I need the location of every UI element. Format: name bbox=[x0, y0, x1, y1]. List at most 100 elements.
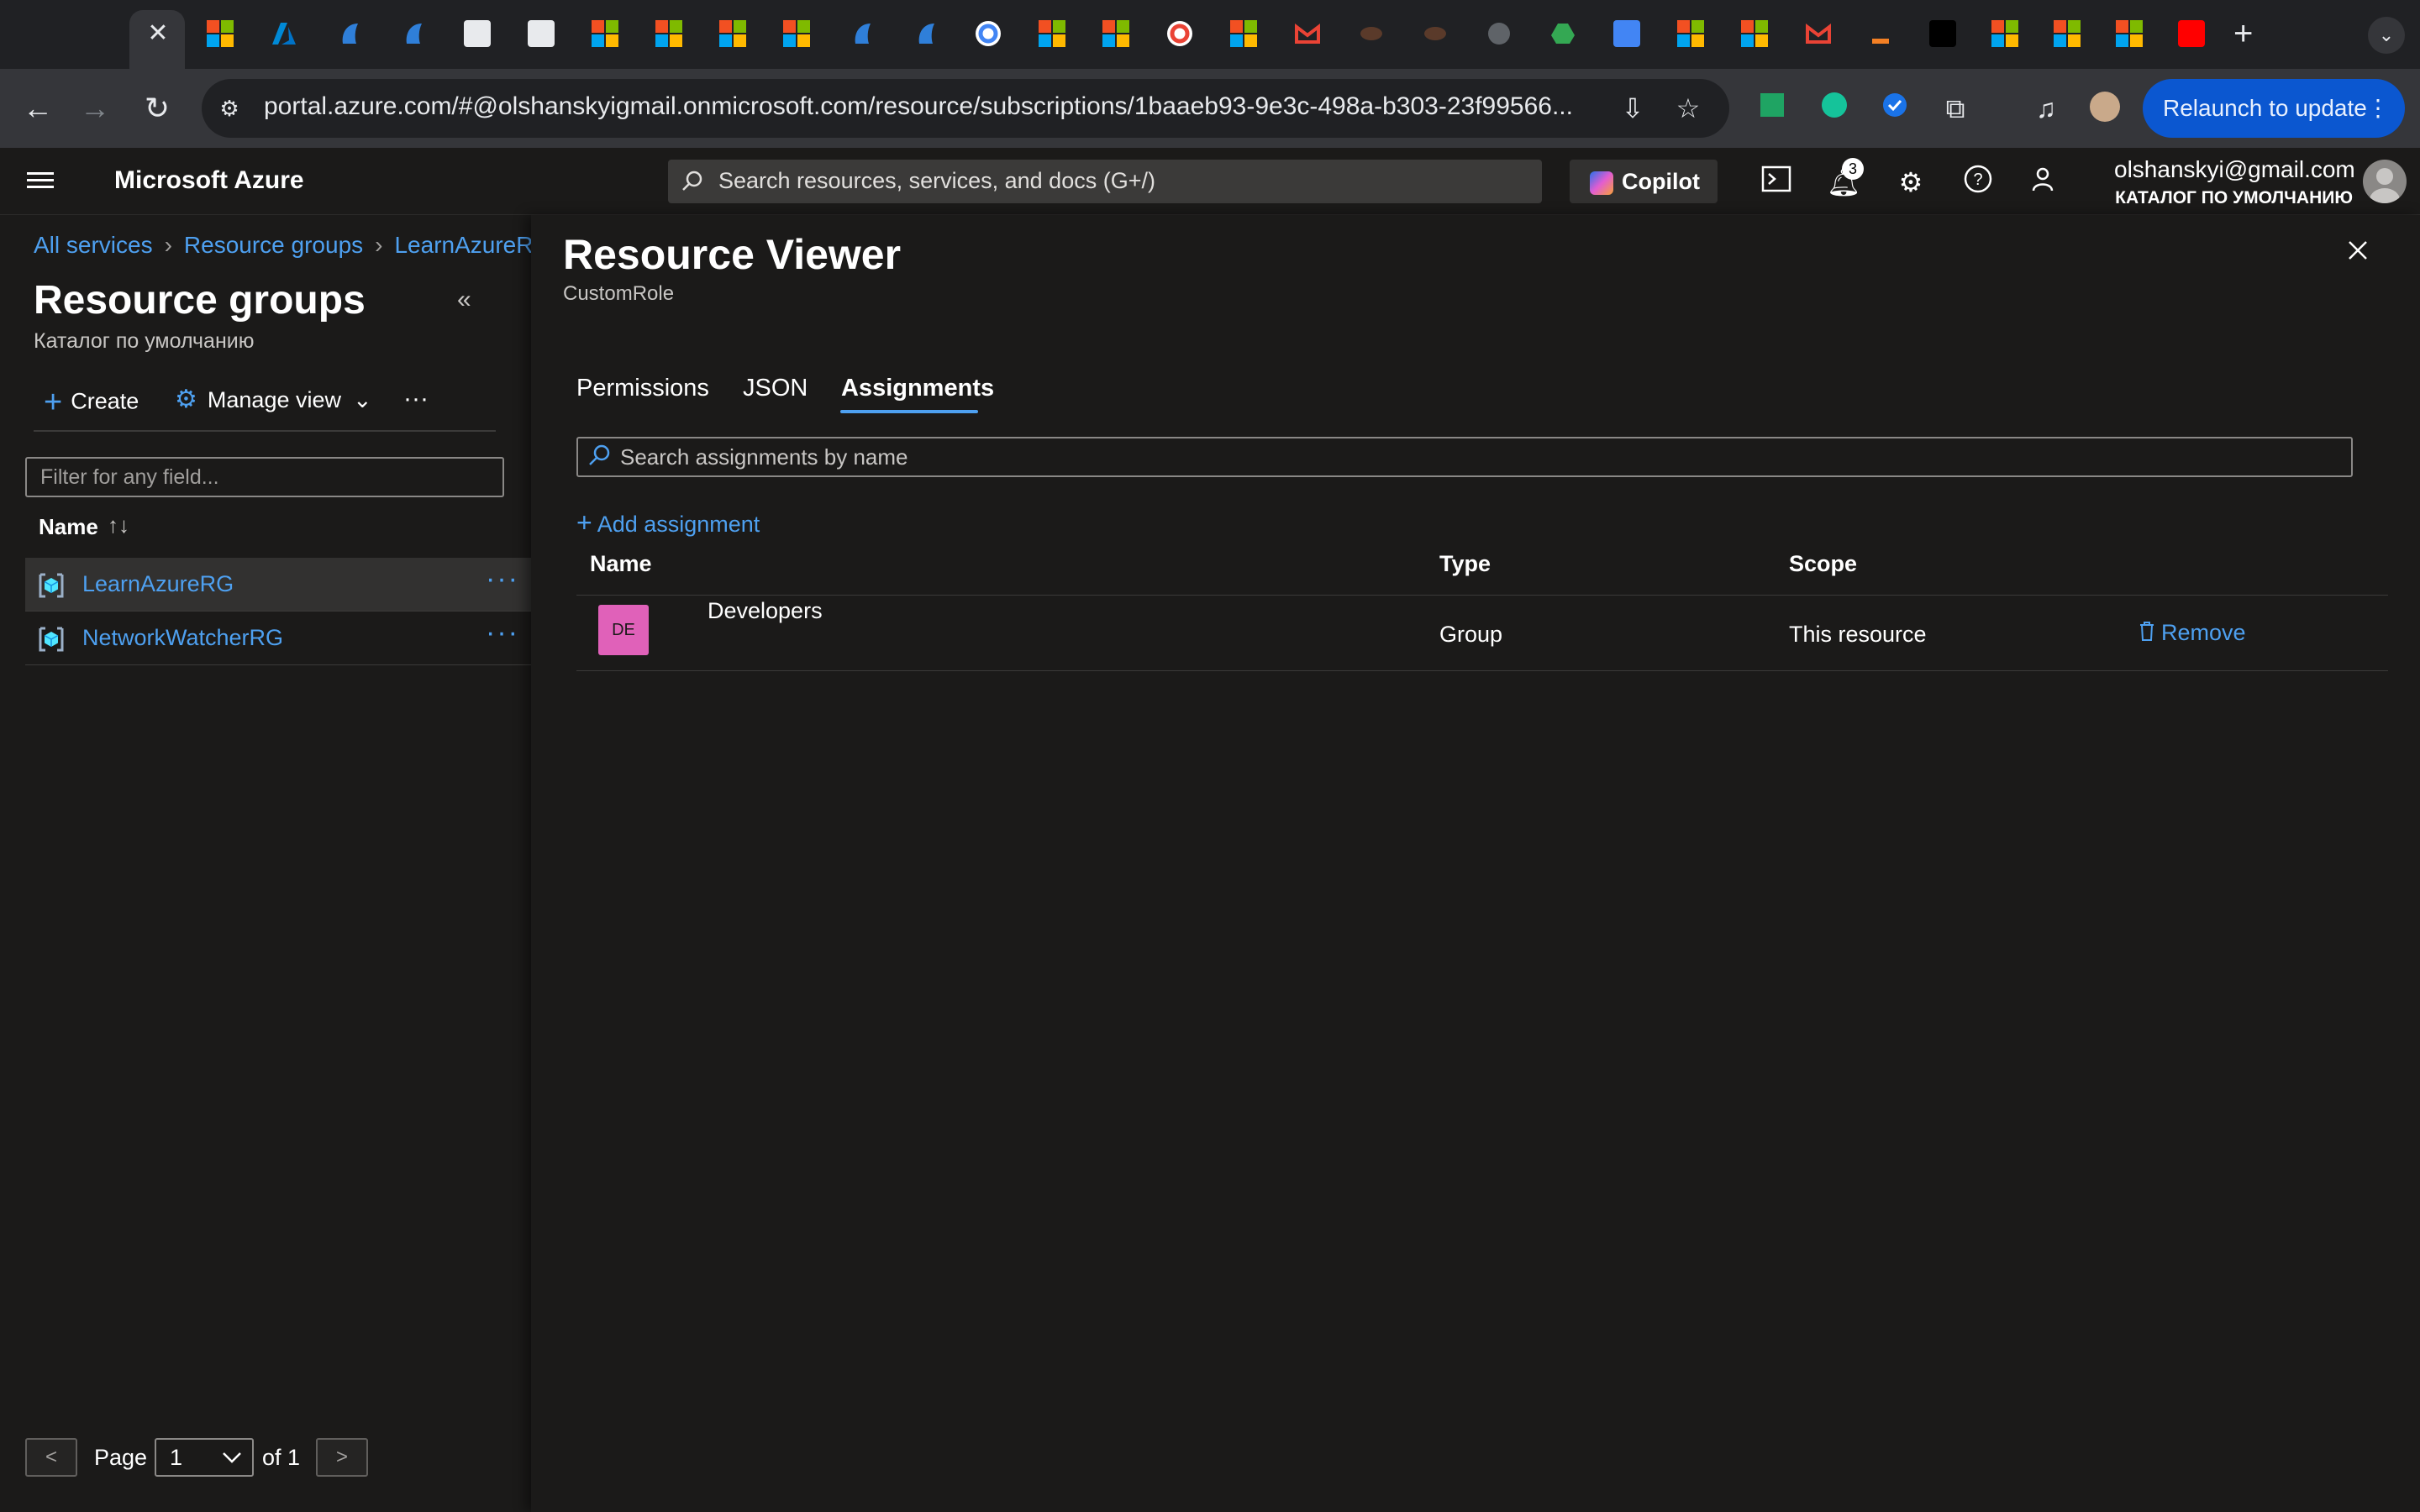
microsoft-favicon-icon[interactable] bbox=[1039, 20, 1065, 47]
breadcrumb-all-services[interactable]: All services bbox=[34, 232, 153, 258]
breadcrumb-resource-groups[interactable]: Resource groups bbox=[184, 232, 363, 258]
microsoft-favicon-icon[interactable] bbox=[719, 20, 746, 47]
document-favicon-icon[interactable] bbox=[528, 20, 555, 47]
manage-view-label: Manage view bbox=[207, 387, 341, 412]
google-favicon-icon[interactable] bbox=[975, 20, 1002, 47]
microsoft-favicon-icon[interactable] bbox=[1102, 20, 1129, 47]
new-tab-icon[interactable]: + bbox=[2233, 15, 2253, 53]
resource-group-icon bbox=[37, 625, 66, 654]
install-app-icon[interactable]: ⇩ bbox=[1615, 91, 1650, 126]
row-more-icon[interactable]: ··· bbox=[486, 617, 519, 649]
help-icon[interactable]: ? bbox=[1960, 164, 1996, 201]
globe-favicon-icon[interactable] bbox=[1486, 20, 1512, 47]
tab-search-chevron-icon[interactable]: ⌄ bbox=[2368, 17, 2405, 54]
learn-favicon-icon[interactable] bbox=[400, 20, 427, 47]
media-control-icon[interactable]: ♫ bbox=[2028, 91, 2064, 126]
microsoft-favicon-icon[interactable] bbox=[1230, 20, 1257, 47]
microsoft-favicon-icon[interactable] bbox=[207, 20, 234, 47]
relaunch-button[interactable]: Relaunch to update ⋮ bbox=[2143, 79, 2405, 138]
trash-icon bbox=[2140, 622, 2154, 641]
microsoft-favicon-icon[interactable] bbox=[1991, 20, 2018, 47]
reload-icon[interactable]: ↻ bbox=[136, 87, 178, 129]
azure-favicon-icon[interactable] bbox=[271, 20, 297, 47]
tab-json[interactable]: JSON bbox=[743, 375, 808, 402]
microsoft-favicon-icon[interactable] bbox=[2054, 20, 2081, 47]
bookmark-star-icon[interactable]: ☆ bbox=[1670, 91, 1706, 126]
pager-of-total: of 1 bbox=[262, 1445, 301, 1470]
add-assignment-button[interactable]: + Add assignment bbox=[576, 507, 760, 538]
close-icon[interactable] bbox=[2343, 235, 2373, 265]
row-more-icon[interactable]: ··· bbox=[486, 563, 519, 596]
assignment-type: Group bbox=[1439, 622, 1503, 647]
close-tab-icon[interactable]: ✕ bbox=[145, 17, 171, 50]
stackoverflow-favicon-icon[interactable] bbox=[1867, 20, 1894, 47]
name-column-header[interactable]: Name bbox=[39, 514, 98, 540]
resource-group-name[interactable]: NetworkWatcherRG bbox=[82, 625, 283, 651]
pager-prev-button[interactable]: < bbox=[25, 1438, 77, 1477]
page-title: Resource groups bbox=[34, 278, 366, 323]
extension-green-icon[interactable] bbox=[1754, 91, 1790, 126]
hamburger-menu-icon[interactable] bbox=[27, 168, 54, 195]
cloud-shell-icon[interactable] bbox=[1758, 164, 1795, 201]
todo-check-icon[interactable] bbox=[1877, 91, 1912, 126]
drive-favicon-icon[interactable] bbox=[1549, 20, 1576, 47]
url-text[interactable]: portal.azure.com/#@olshanskyigmail.onmic… bbox=[264, 92, 1591, 121]
manage-view-button[interactable]: ⚙ Manage view ⌄ bbox=[175, 385, 372, 414]
tab-permissions[interactable]: Permissions bbox=[576, 375, 709, 402]
breadcrumb-learnazurerg[interactable]: LearnAzureRG bbox=[394, 232, 531, 258]
remove-assignment-button[interactable]: Remove bbox=[2138, 620, 2246, 646]
copilot-button[interactable]: Copilot bbox=[1570, 160, 1718, 203]
resource-group-row[interactable]: LearnAzureRG ··· bbox=[25, 558, 531, 612]
gmail-favicon-icon[interactable] bbox=[1294, 20, 1321, 47]
learn-favicon-icon[interactable] bbox=[849, 20, 876, 47]
assignments-search-input[interactable] bbox=[576, 437, 2353, 477]
more-commands-icon[interactable]: ··· bbox=[403, 385, 429, 413]
user-email[interactable]: olshanskyi@gmail.com bbox=[2114, 156, 2355, 183]
youtube-favicon-icon[interactable] bbox=[2178, 20, 2205, 47]
gmail-favicon-icon[interactable] bbox=[1805, 20, 1832, 47]
medium-favicon-icon[interactable] bbox=[1929, 20, 1956, 47]
app-favicon-icon[interactable] bbox=[1422, 20, 1449, 47]
collapse-panel-icon[interactable]: « bbox=[457, 286, 471, 314]
microsoft-favicon-icon[interactable] bbox=[2116, 20, 2143, 47]
site-settings-icon[interactable]: ⚙ bbox=[212, 91, 247, 126]
active-tab-indicator bbox=[840, 410, 978, 413]
resource-group-name[interactable]: LearnAzureRG bbox=[82, 571, 234, 597]
create-label: Create bbox=[71, 388, 139, 414]
learn-favicon-icon[interactable] bbox=[913, 20, 939, 47]
microsoft-favicon-icon[interactable] bbox=[655, 20, 682, 47]
azure-brand[interactable]: Microsoft Azure bbox=[114, 166, 304, 195]
notifications-badge: 3 bbox=[1842, 158, 1864, 180]
profile-avatar-icon[interactable] bbox=[2087, 91, 2123, 126]
learn-favicon-icon[interactable] bbox=[336, 20, 363, 47]
user-avatar[interactable] bbox=[2363, 160, 2407, 203]
filter-input[interactable] bbox=[25, 457, 504, 497]
back-arrow-icon[interactable]: ← bbox=[17, 87, 59, 129]
microsoft-favicon-icon[interactable] bbox=[1741, 20, 1768, 47]
chevron-down-icon[interactable] bbox=[215, 1438, 249, 1477]
extensions-puzzle-icon[interactable]: ⧉ bbox=[1938, 91, 1973, 126]
sort-arrows-icon[interactable]: ↑↓ bbox=[108, 512, 129, 538]
resource-group-icon bbox=[37, 571, 66, 600]
pager-next-button[interactable]: > bbox=[316, 1438, 368, 1477]
document-favicon-icon[interactable] bbox=[464, 20, 491, 47]
column-header-type: Type bbox=[1439, 551, 1491, 576]
user-directory[interactable]: КАТАЛОГ ПО УМОЛЧАНИЮ bbox=[2047, 188, 2353, 208]
google-favicon-icon[interactable] bbox=[1166, 20, 1193, 47]
app-favicon-icon[interactable] bbox=[1358, 20, 1385, 47]
forward-arrow-icon[interactable]: → bbox=[74, 87, 116, 129]
chevron-down-icon: ⌄ bbox=[353, 387, 372, 412]
group-avatar: DE bbox=[598, 605, 649, 655]
microsoft-favicon-icon[interactable] bbox=[783, 20, 810, 47]
global-search-placeholder[interactable]: Search resources, services, and docs (G+… bbox=[718, 168, 1155, 194]
settings-gear-icon[interactable]: ⚙ bbox=[1892, 164, 1929, 201]
tab-assignments[interactable]: Assignments bbox=[841, 375, 994, 402]
menu-kebab-icon[interactable]: ⋮ bbox=[2366, 79, 2390, 138]
docs-favicon-icon[interactable] bbox=[1613, 20, 1640, 47]
table-row-divider bbox=[576, 670, 2388, 671]
resource-group-row[interactable]: NetworkWatcherRG ··· bbox=[25, 612, 531, 665]
microsoft-favicon-icon[interactable] bbox=[1677, 20, 1704, 47]
grammarly-icon[interactable] bbox=[1817, 91, 1852, 126]
create-button[interactable]: + Create bbox=[44, 385, 139, 421]
microsoft-favicon-icon[interactable] bbox=[592, 20, 618, 47]
